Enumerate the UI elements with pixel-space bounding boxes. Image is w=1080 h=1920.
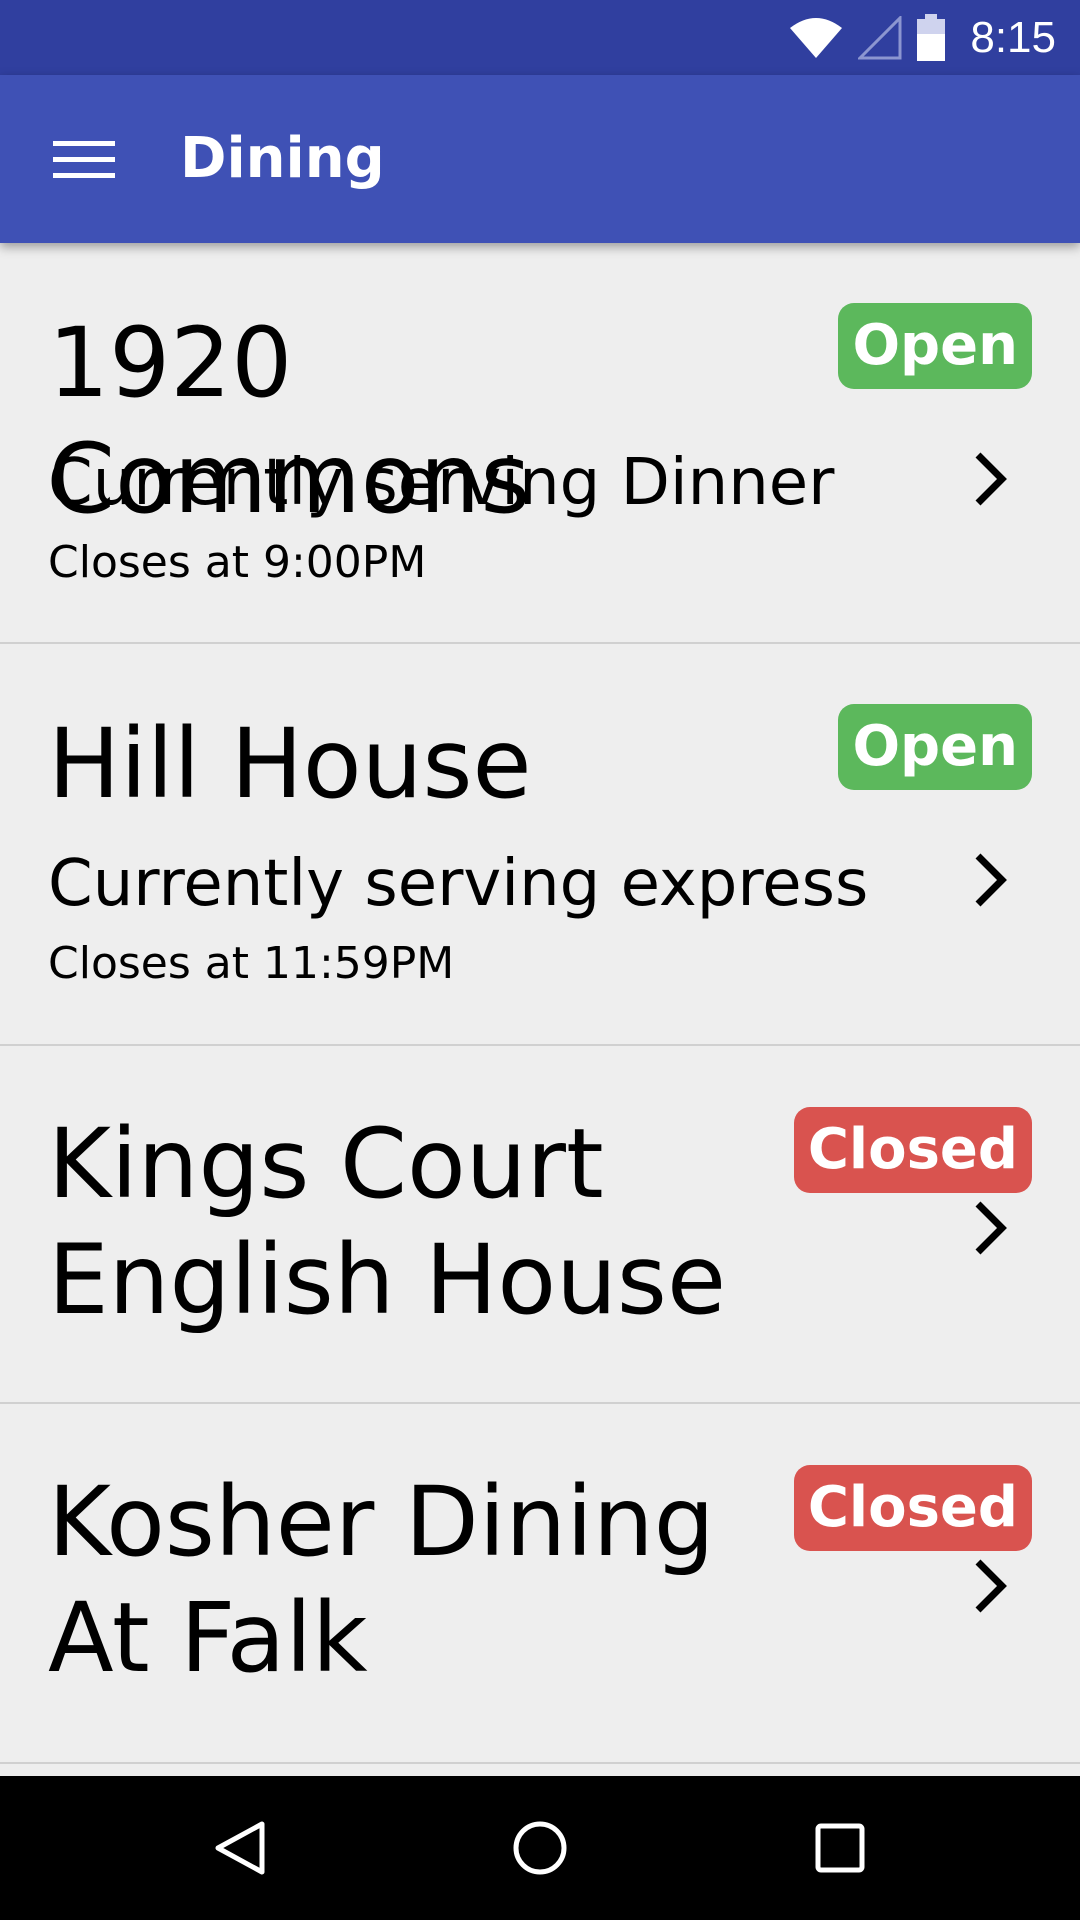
- navigation-bar: [0, 1776, 1080, 1920]
- serving-text: Currently serving express: [48, 847, 869, 921]
- menu-button[interactable]: [40, 119, 128, 199]
- dining-hall-item[interactable]: Kosher Dining At Falk Closed: [0, 1404, 1080, 1764]
- cell-signal-icon: [858, 15, 902, 59]
- chevron-right-icon: [975, 452, 1007, 506]
- status-badge: Closed: [793, 1107, 1032, 1193]
- home-icon: [513, 1821, 567, 1875]
- status-badge: Closed: [793, 1465, 1032, 1551]
- dining-hall-item[interactable]: 1920 Commons Open Currently serving Dinn…: [0, 243, 1080, 644]
- recents-icon: [815, 1823, 865, 1873]
- status-time: 8:15: [970, 12, 1056, 62]
- dining-hall-item[interactable]: Hill House Open Currently serving expres…: [0, 644, 1080, 1046]
- closing-time: Closes at 9:00PM: [48, 537, 427, 588]
- back-button[interactable]: [200, 1808, 280, 1888]
- home-button[interactable]: [500, 1808, 580, 1888]
- chevron-right-icon: [975, 1559, 1007, 1613]
- battery-icon: [917, 13, 946, 61]
- back-icon: [215, 1821, 265, 1875]
- status-badge: Open: [838, 303, 1032, 389]
- serving-text: Currently serving Dinner: [48, 446, 835, 520]
- status-badge: Open: [838, 704, 1032, 790]
- chevron-right-icon: [975, 1201, 1007, 1255]
- page-title: Dining: [180, 126, 385, 191]
- dining-hall-name: Kings Court English House: [48, 1108, 726, 1336]
- recents-button[interactable]: [800, 1808, 880, 1888]
- closing-time: Closes at 11:59PM: [48, 938, 455, 989]
- app-bar: Dining: [0, 75, 1080, 243]
- dining-hall-name: Kosher Dining At Falk: [48, 1466, 715, 1694]
- dining-hall-list: 1920 Commons Open Currently serving Dinn…: [0, 243, 1080, 1764]
- chevron-right-icon: [975, 853, 1007, 907]
- hamburger-menu-icon: [53, 139, 115, 179]
- status-bar: 8:15: [0, 0, 1080, 75]
- dining-hall-name: Hill House: [48, 708, 532, 820]
- dining-hall-item[interactable]: Kings Court English House Closed: [0, 1046, 1080, 1404]
- status-icons: 8:15: [788, 0, 1056, 75]
- wifi-icon: [790, 17, 843, 58]
